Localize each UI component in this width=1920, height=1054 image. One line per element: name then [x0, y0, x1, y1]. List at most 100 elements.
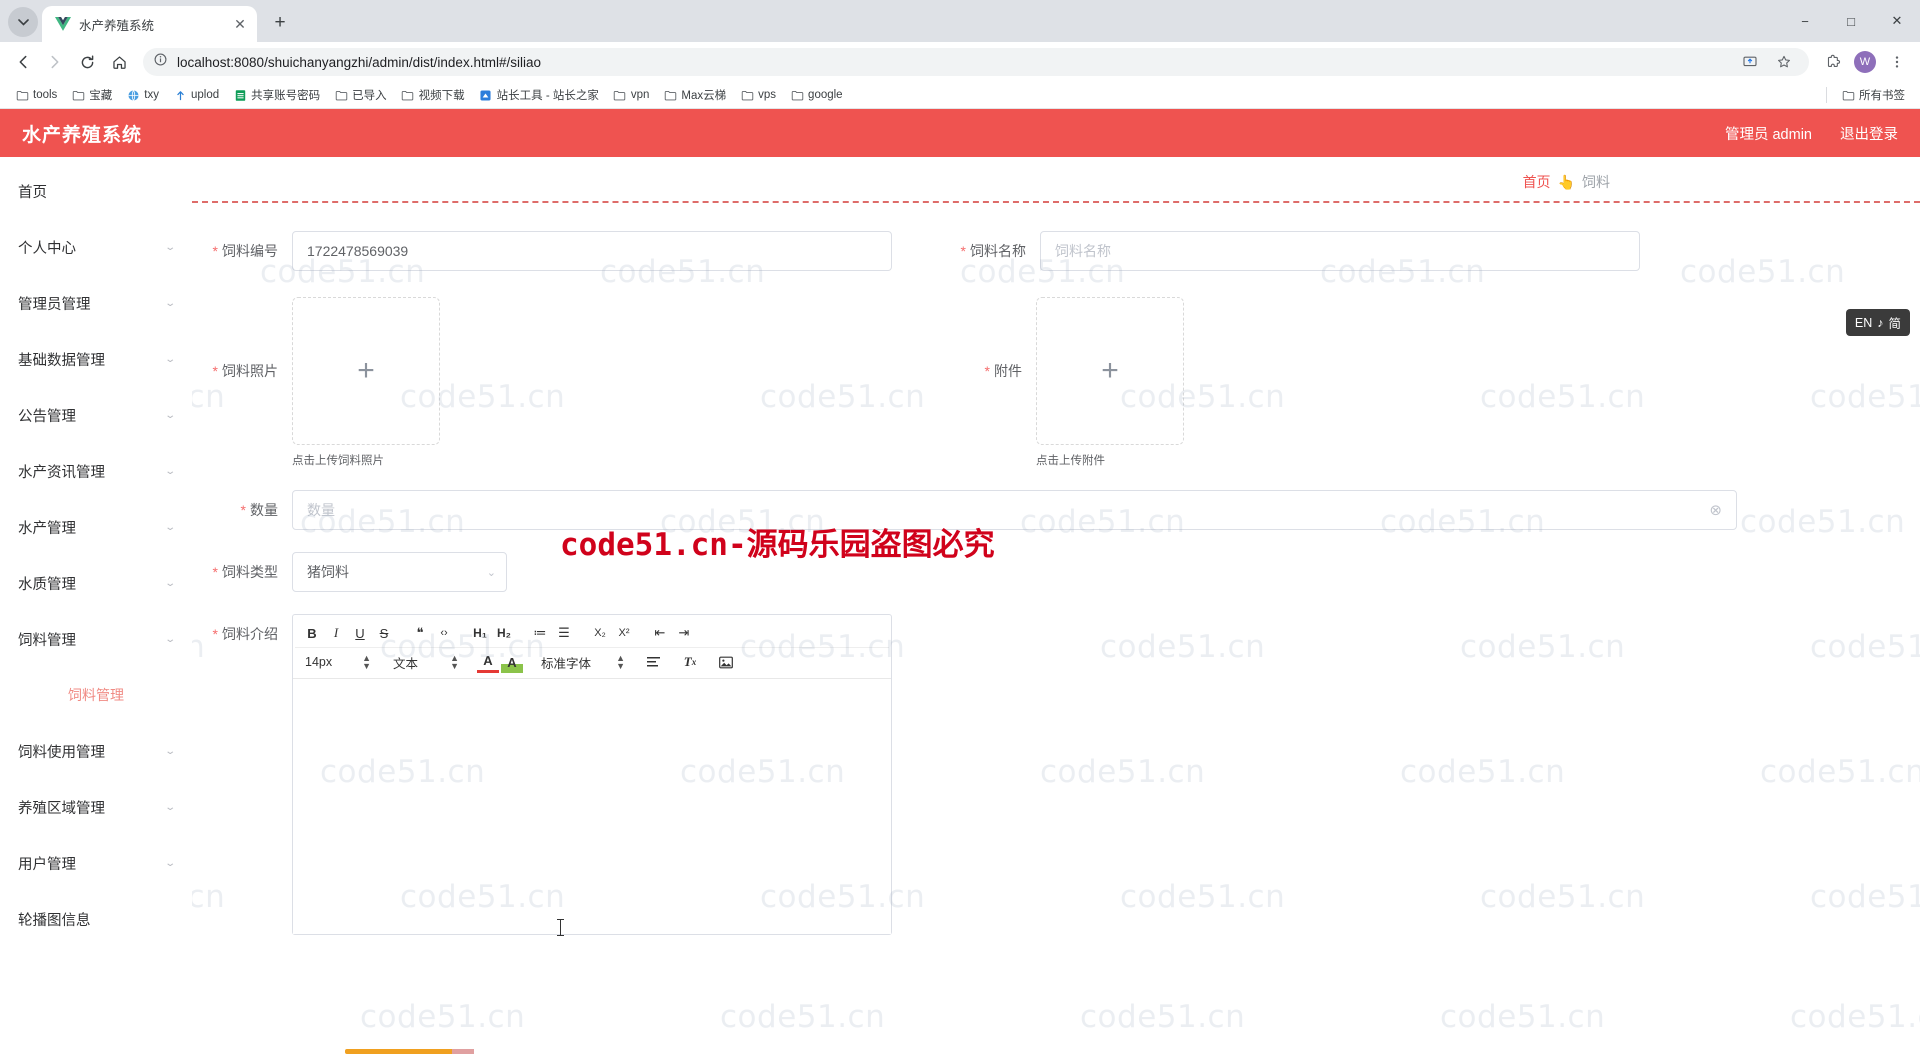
address-bar[interactable]: localhost:8080/shuichanyangzhi/admin/dis…	[143, 48, 1809, 76]
quantity-input[interactable]: 数量 ⊗	[292, 490, 1737, 530]
bookmark-item[interactable]: 视频下载	[395, 85, 471, 105]
bookmark-item[interactable]: 站长工具 - 站长之家	[473, 85, 605, 105]
editor-content-area[interactable]	[293, 679, 891, 934]
chevron-down-icon: ⌄	[163, 353, 176, 365]
bookmark-item[interactable]: vpn	[607, 86, 656, 104]
bookmark-item[interactable]: 宝藏	[65, 85, 118, 105]
feed-code-input[interactable]: 1722478569039	[292, 231, 892, 271]
tab-title: 水产养殖系统	[79, 18, 155, 33]
align-left-icon[interactable]	[643, 651, 665, 673]
feed-photo-upload-button[interactable]: +	[292, 297, 440, 445]
tab-close-icon[interactable]: ✕	[231, 15, 249, 33]
clear-format-icon[interactable]: Tx	[679, 651, 701, 673]
extensions-puzzle-icon[interactable]	[1818, 47, 1848, 77]
italic-icon[interactable]: I	[325, 622, 347, 644]
chevron-down-icon: ⌄	[163, 801, 176, 813]
sidebar-item-aquatic-management[interactable]: 水产管理 ⌄	[0, 499, 192, 555]
bookmark-item[interactable]: vps	[734, 86, 782, 104]
form-row-intro: * 饲料介绍 B I U S ❝ ‹› H₁ H₂ ≔ ☰ X₂ X² ⇤ ⇥ …	[192, 614, 1920, 935]
bookmark-item[interactable]: Max云梯	[657, 85, 732, 105]
feed-type-label: * 饲料类型	[192, 552, 292, 592]
site-info-icon[interactable]	[153, 52, 168, 72]
window-close-button[interactable]: ✕	[1874, 0, 1920, 42]
outdent-icon[interactable]: ⇤	[649, 622, 671, 644]
bookmark-item[interactable]: 已导入	[328, 85, 393, 105]
superscript-icon[interactable]: X²	[613, 622, 635, 644]
required-asterisk: *	[212, 564, 218, 580]
feed-code-value: 1722478569039	[307, 243, 409, 259]
ime-indicator[interactable]: EN ♪ 简	[1845, 309, 1910, 336]
sidebar-item-basic-data-management[interactable]: 基础数据管理 ⌄	[0, 331, 192, 387]
current-user-label[interactable]: 管理员 admin	[1725, 123, 1812, 144]
sidebar-item-personal-center[interactable]: 个人中心 ⌄	[0, 219, 192, 275]
new-tab-button[interactable]: +	[265, 8, 295, 38]
window-minimize-button[interactable]: −	[1782, 0, 1828, 42]
forward-arrow-icon[interactable]	[40, 47, 70, 77]
ordered-list-icon[interactable]: ≔	[529, 622, 551, 644]
browser-tab[interactable]: 水产养殖系统 ✕	[42, 6, 257, 42]
breadcrumb-divider	[192, 201, 1920, 203]
code-icon[interactable]: ‹›	[433, 622, 455, 644]
avatar-initial: W	[1854, 51, 1876, 73]
sidebar-item-label: 水产资讯管理	[18, 464, 105, 481]
share-screen-icon[interactable]	[1735, 47, 1765, 77]
font-family-value: 标准字体	[541, 656, 592, 671]
heading-2-icon[interactable]: H₂	[493, 622, 515, 644]
label-text: 饲料照片	[222, 363, 278, 379]
attachment-upload-button[interactable]: +	[1036, 297, 1184, 445]
sidebar-item-breeding-area-management[interactable]: 养殖区域管理 ⌄	[0, 779, 192, 835]
back-arrow-icon[interactable]	[8, 47, 38, 77]
sidebar-item-label: 用户管理	[18, 856, 76, 873]
sidebar-subitem-feed-management[interactable]: 饲料管理	[0, 667, 192, 723]
bookmark-item[interactable]: uplod	[167, 86, 225, 104]
clear-input-icon[interactable]: ⊗	[1709, 501, 1722, 519]
feed-name-input[interactable]: 饲料名称	[1040, 231, 1640, 271]
logout-button[interactable]: 退出登录	[1840, 123, 1898, 144]
font-family-select[interactable]: 标准字体 ▲ ▼	[537, 651, 629, 673]
highlight-color-icon[interactable]: A	[501, 651, 523, 673]
text-style-select[interactable]: 文本 ▲ ▼	[389, 651, 463, 673]
chevron-down-icon: ⌄	[163, 857, 176, 869]
sidebar-item-feed-management[interactable]: 饲料管理 ⌄	[0, 611, 192, 667]
sidebar-item-feed-usage-management[interactable]: 饲料使用管理 ⌄	[0, 723, 192, 779]
indent-icon[interactable]: ⇥	[673, 622, 695, 644]
bookmark-item[interactable]: txy	[120, 86, 165, 104]
sidebar-item-announcement-management[interactable]: 公告管理 ⌄	[0, 387, 192, 443]
bookmarks-overflow[interactable]: 所有书签	[1822, 85, 1911, 105]
feed-name-placeholder: 饲料名称	[1055, 243, 1111, 259]
font-size-select[interactable]: 14px ▲ ▼	[301, 651, 375, 673]
label-text: 饲料介绍	[222, 626, 278, 642]
bookmark-item[interactable]: google	[784, 86, 849, 104]
sidebar-item-admin-management[interactable]: 管理员管理 ⌄	[0, 275, 192, 331]
font-color-icon[interactable]: A	[477, 651, 499, 673]
feed-type-select[interactable]: 猪饲料 ⌄	[292, 552, 507, 592]
tab-search-button[interactable]	[8, 7, 38, 37]
chevron-down-icon: ⌄	[163, 577, 176, 589]
insert-image-icon[interactable]	[715, 651, 737, 673]
form-row-quantity: * 数量 数量 ⊗	[192, 490, 1920, 530]
reload-icon[interactable]	[72, 47, 102, 77]
all-bookmarks-button[interactable]: 所有书签	[1835, 85, 1911, 105]
breadcrumb-home-link[interactable]: 首页	[1523, 172, 1551, 192]
chevron-up-icon: ⌄	[163, 633, 176, 645]
home-icon[interactable]	[104, 47, 134, 77]
three-dot-menu-icon[interactable]	[1882, 47, 1912, 77]
blockquote-icon[interactable]: ❝	[409, 622, 431, 644]
sidebar-item-carousel-info[interactable]: 轮播图信息	[0, 891, 192, 947]
unordered-list-icon[interactable]: ☰	[553, 622, 575, 644]
window-maximize-button[interactable]: □	[1828, 0, 1874, 42]
heading-1-icon[interactable]: H₁	[469, 622, 491, 644]
bookmark-item[interactable]: 共享账号密码	[227, 85, 326, 105]
underline-icon[interactable]: U	[349, 622, 371, 644]
sidebar-item-user-management[interactable]: 用户管理 ⌄	[0, 835, 192, 891]
subscript-icon[interactable]: X₂	[589, 622, 611, 644]
sidebar-item-aquatic-news-management[interactable]: 水产资讯管理 ⌄	[0, 443, 192, 499]
sidebar-item-home[interactable]: 首页	[0, 163, 192, 219]
bookmark-item[interactable]: tools	[9, 86, 63, 104]
profile-avatar[interactable]: W	[1850, 47, 1880, 77]
sidebar-item-water-quality-management[interactable]: 水质管理 ⌄	[0, 555, 192, 611]
bold-icon[interactable]: B	[301, 622, 323, 644]
chevron-down-icon: ⌄	[163, 521, 176, 533]
bookmark-star-icon[interactable]	[1769, 47, 1799, 77]
strikethrough-icon[interactable]: S	[373, 622, 395, 644]
